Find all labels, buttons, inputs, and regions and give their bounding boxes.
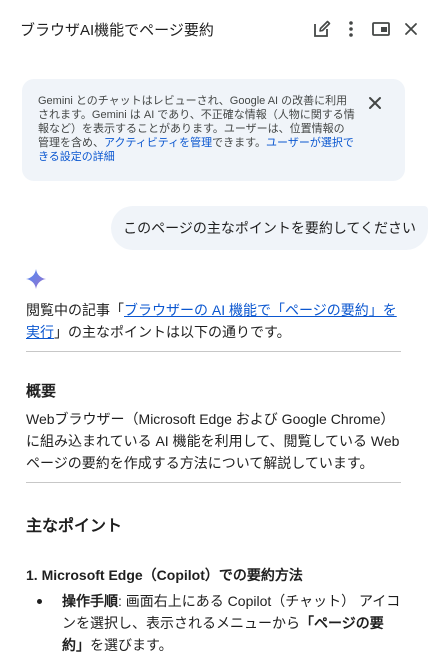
divider bbox=[26, 351, 401, 352]
dismiss-notice-icon[interactable] bbox=[365, 93, 385, 113]
gemini-sparkle-icon bbox=[25, 268, 47, 290]
bullet-text-after: を選びます。 bbox=[90, 637, 173, 653]
more-vert-icon[interactable] bbox=[339, 17, 363, 41]
divider bbox=[26, 482, 401, 483]
intro-text: 閲覧中の記事「 bbox=[26, 302, 124, 318]
manage-activity-link[interactable]: アクティビティを管理 bbox=[104, 137, 212, 149]
response-intro: 閲覧中の記事「ブラウザーの AI 機能で「ページの要約」を実行」の主なポイントは… bbox=[26, 299, 402, 343]
bullet-label: 操作手順 bbox=[62, 593, 118, 609]
panel-header: ブラウザAI機能でページ要約 bbox=[0, 0, 440, 58]
intro-text-after: 」の主なポイントは以下の通りです。 bbox=[54, 324, 291, 340]
section-heading: 1. Microsoft Edge（Copilot）での要約方法 bbox=[26, 567, 303, 583]
panel-title: ブラウザAI機能でページ要約 bbox=[20, 22, 214, 39]
privacy-notice: Gemini とのチャットはレビューされ、Google AI の改善に利用されま… bbox=[22, 79, 405, 181]
main-points-heading: 主なポイント bbox=[26, 518, 123, 535]
user-message: このページの主なポイントを要約してください bbox=[111, 206, 428, 250]
notice-text-middle: できます。 bbox=[212, 137, 267, 149]
overview-text: Webブラウザー（Microsoft Edge および Google Chrom… bbox=[26, 411, 400, 471]
bullet-marker bbox=[37, 599, 42, 604]
edit-icon[interactable] bbox=[310, 17, 334, 41]
close-icon[interactable] bbox=[399, 17, 423, 41]
list-item: 操作手順: 画面右上にある Copilot（チャット） アイコンを選択し、表示さ… bbox=[62, 590, 402, 656]
overview-heading: 概要 bbox=[26, 383, 57, 400]
picture-in-picture-icon[interactable] bbox=[369, 17, 393, 41]
